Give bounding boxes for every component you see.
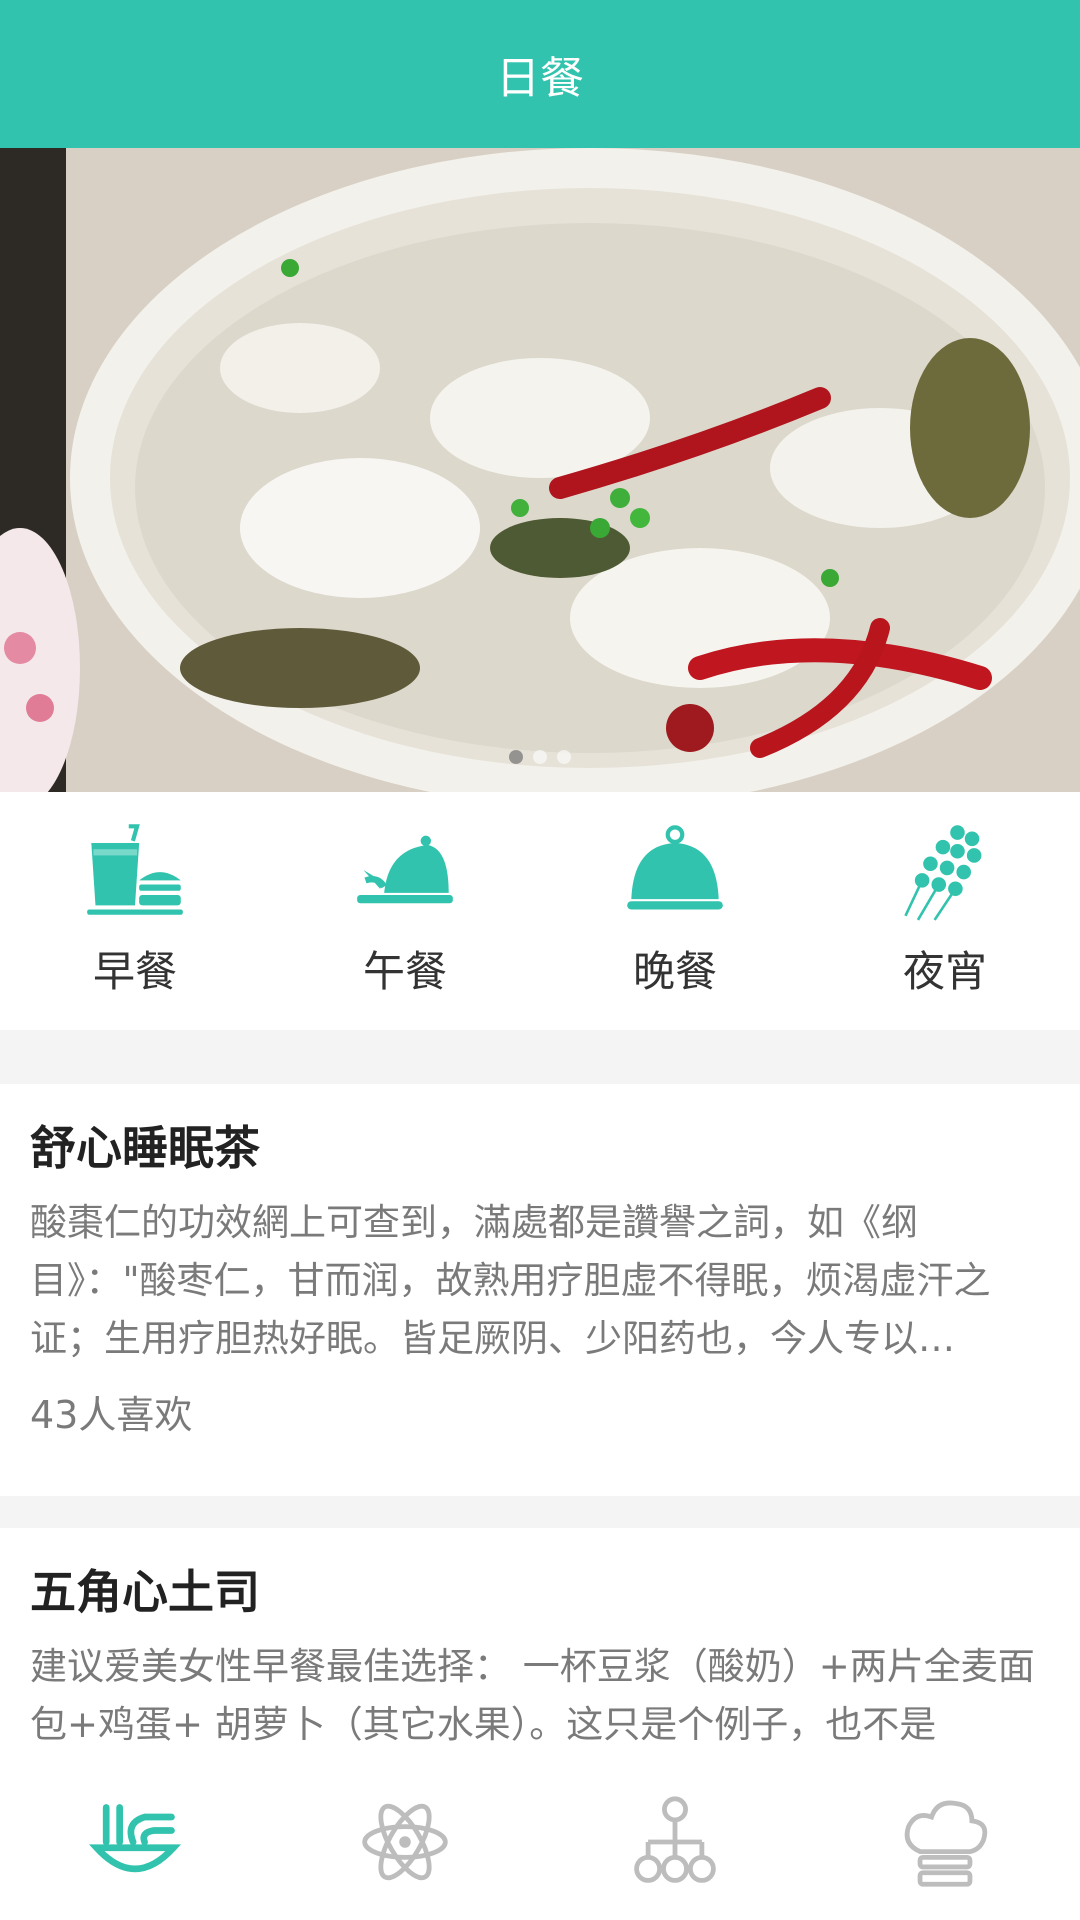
category-late-night[interactable]: 夜宵 [810,792,1080,1030]
app-header: 日餐 [0,0,1080,148]
recipe-title: 舒心睡眠茶 [30,1121,260,1175]
recipe-description: 酸棗仁的功效網上可查到，滿處都是讚譽之詞，如《纲目》："酸枣仁，甘而润，故熟用疗… [30,1201,991,1360]
banner-image [0,148,1080,792]
atom-icon [362,1803,448,1881]
carousel-dot[interactable] [533,750,547,764]
carousel-dot[interactable] [557,750,571,764]
tab-categories[interactable] [540,1792,810,1892]
recipe-card[interactable]: 舒心睡眠茶 酸棗仁的功效網上可查到，滿處都是讚譽之詞，如《纲目》："酸枣仁，甘而… [0,1084,1080,1496]
tab-home[interactable] [0,1792,270,1892]
category-label: 晚餐 [632,947,717,996]
chef-hat-icon [904,1800,988,1887]
tab-profile[interactable] [810,1792,1080,1892]
category-dinner[interactable]: 晚餐 [540,792,810,1030]
org-chart-icon [634,1796,716,1883]
carousel-dot[interactable] [509,750,523,764]
carousel-indicator [0,750,1080,764]
noodle-bowl-icon [88,1804,182,1873]
recipe-card[interactable]: 五角心土司 建议爱美女性早餐最佳选择： 一杯豆浆（酸奶）+两片全麦面包+鸡蛋+ … [0,1528,1080,1764]
bottom-tab-bar [0,1764,1080,1920]
category-lunch[interactable]: 午餐 [270,792,540,1030]
category-label: 早餐 [92,947,177,996]
category-label: 午餐 [362,947,447,996]
tab-science[interactable] [270,1792,540,1892]
meal-category-row: 早餐 午餐 晚餐 夜宵 [0,792,1080,1030]
page-title: 日餐 [496,53,584,104]
category-breakfast[interactable]: 早餐 [0,792,270,1030]
likes-count: 43人喜欢 [30,1393,193,1437]
drink-burger-icon [87,824,183,915]
skewer-icon [904,825,982,921]
category-label: 夜宵 [902,947,987,996]
cloche-served-icon [357,835,453,904]
banner-carousel[interactable] [0,148,1080,792]
recipe-title: 五角心土司 [30,1565,260,1619]
recipe-description: 建议爱美女性早餐最佳选择： 一杯豆浆（酸奶）+两片全麦面包+鸡蛋+ 胡萝卜（其它… [30,1645,1035,1746]
cloche-icon [627,825,723,910]
